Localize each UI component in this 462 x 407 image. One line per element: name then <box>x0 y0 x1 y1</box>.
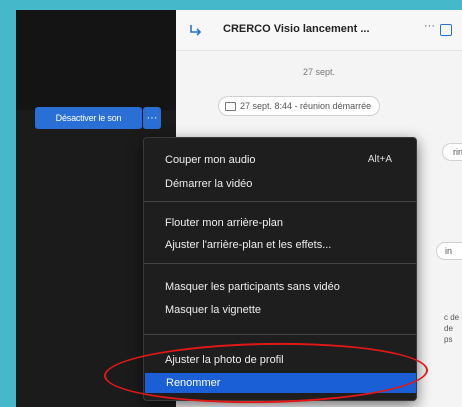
menu-item-mute-audio[interactable]: Couper mon audio Alt+A <box>144 150 416 169</box>
popout-icon[interactable] <box>440 24 452 36</box>
back-arrow-icon[interactable] <box>188 22 204 38</box>
menu-item-label: Couper mon audio <box>165 153 256 166</box>
chat-title: CRERCO Visio lancement ... <box>223 23 370 35</box>
menu-divider <box>144 201 416 202</box>
chat-date: 27 sept. <box>302 67 336 77</box>
menu-item-label: Démarrer la vidéo <box>165 177 253 190</box>
menu-item-hide-thumbnail[interactable]: Masquer la vignette <box>144 300 416 319</box>
meeting-chip-text: 27 sept. 8:44 - réunion démarrée <box>240 101 372 111</box>
menu-divider <box>144 334 416 335</box>
menu-divider <box>144 263 416 264</box>
chat-message-fragment: c de la de ps <box>444 313 462 344</box>
video-tile <box>16 10 176 110</box>
more-options-button[interactable]: ··· <box>143 107 161 129</box>
chat-header: CRERCO Visio lancement ... ··· <box>176 10 462 51</box>
menu-item-label: Flouter mon arrière-plan <box>165 216 283 229</box>
menu-item-label: Ajuster l'arrière-plan et les effets... <box>165 238 332 251</box>
menu-item-adjust-background[interactable]: Ajuster l'arrière-plan et les effets... <box>144 235 416 254</box>
meeting-started-chip: 27 sept. 8:44 - réunion démarrée <box>218 96 381 116</box>
menu-item-hide-non-video[interactable]: Masquer les participants sans vidéo <box>144 277 416 296</box>
meeting-icon <box>225 101 236 111</box>
menu-item-start-video[interactable]: Démarrer la vidéo <box>144 174 416 193</box>
menu-item-label: Masquer les participants sans vidéo <box>165 280 340 293</box>
menu-item-shortcut: Alt+A <box>367 154 392 165</box>
message-chip-2: in <box>436 242 462 260</box>
message-chip: rin <box>442 143 462 161</box>
chat-more-icon[interactable]: ··· <box>424 20 435 32</box>
unmute-button[interactable]: Désactiver le son <box>35 107 142 129</box>
menu-item-label: Masquer la vignette <box>165 303 261 316</box>
menu-item-blur-background[interactable]: Flouter mon arrière-plan <box>144 213 416 232</box>
